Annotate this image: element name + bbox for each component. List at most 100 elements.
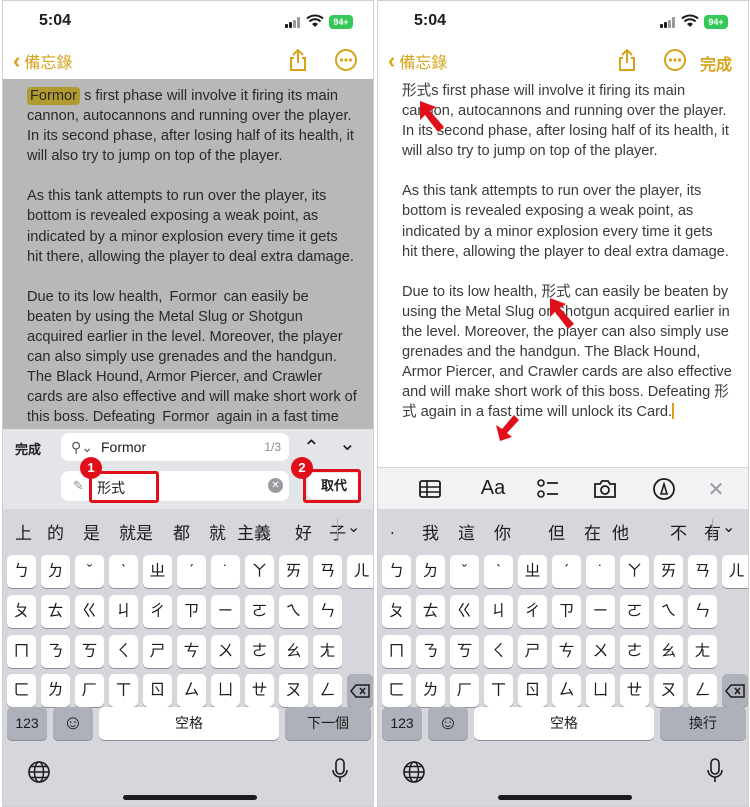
note-body[interactable]: 形式s first phase will involve it firing i… xyxy=(402,81,732,442)
close-icon[interactable]: ✕ xyxy=(706,477,726,501)
key-row2-5[interactable]: ㄗ xyxy=(177,595,206,628)
key-row4-8[interactable]: ㄡ xyxy=(654,674,683,707)
candidate-word[interactable]: 是 xyxy=(83,519,100,544)
key-row4-8[interactable]: ㄡ xyxy=(279,674,308,707)
key-row2-9[interactable]: ㄣ xyxy=(688,595,717,628)
expand-candidates-icon[interactable]: ⌄ xyxy=(722,517,735,537)
candidate-word[interactable]: 主義 xyxy=(237,519,271,544)
key-row2-3[interactable]: ㄐ xyxy=(484,595,513,628)
candidate-word[interactable]: 不 xyxy=(670,519,687,544)
key-row1-4[interactable]: ㄓ xyxy=(518,555,547,588)
key-row1-5[interactable]: ˊ xyxy=(177,555,206,588)
camera-icon[interactable] xyxy=(592,477,618,501)
key-row1-1[interactable]: ㄉ xyxy=(41,555,70,588)
key-row4-9[interactable]: ㄥ xyxy=(313,674,342,707)
key-row3-1[interactable]: ㄋ xyxy=(41,635,70,668)
key-row1-7[interactable]: ㄚ xyxy=(245,555,274,588)
key-row2-4[interactable]: ㄔ xyxy=(143,595,172,628)
key-row2-8[interactable]: ㄟ xyxy=(654,595,683,628)
key-row2-7[interactable]: ㄛ xyxy=(620,595,649,628)
key-row4-6[interactable]: ㄩ xyxy=(586,674,615,707)
key-row1-7[interactable]: ㄚ xyxy=(620,555,649,588)
key-row4-5[interactable]: ㄙ xyxy=(177,674,206,707)
key-row1-2[interactable]: ˇ xyxy=(450,555,479,588)
key-row1-10[interactable]: ㄦ xyxy=(722,555,748,588)
key-row3-7[interactable]: ㄜ xyxy=(245,635,274,668)
markup-pen-icon[interactable] xyxy=(652,477,676,501)
find-done-button[interactable]: 完成 xyxy=(15,439,41,458)
key-row3-8[interactable]: ㄠ xyxy=(279,635,308,668)
key-row1-6[interactable]: ˙ xyxy=(586,555,615,588)
key-row2-5[interactable]: ㄗ xyxy=(552,595,581,628)
key-row1-5[interactable]: ˊ xyxy=(552,555,581,588)
key-row2-3[interactable]: ㄐ xyxy=(109,595,138,628)
key-row3-9[interactable]: ㄤ xyxy=(688,635,717,668)
key-row1-9[interactable]: ㄢ xyxy=(313,555,342,588)
globe-icon[interactable] xyxy=(27,760,51,784)
return-key[interactable]: 換行 xyxy=(660,707,746,740)
share-icon[interactable] xyxy=(614,47,640,73)
key-row1-4[interactable]: ㄓ xyxy=(143,555,172,588)
key-row2-2[interactable]: ㄍ xyxy=(450,595,479,628)
key-row2-9[interactable]: ㄣ xyxy=(313,595,342,628)
return-key[interactable]: 下一個 xyxy=(285,707,371,740)
candidate-word[interactable]: 就 xyxy=(209,519,226,544)
space-key[interactable]: 空格 xyxy=(474,707,654,740)
key-row1-6[interactable]: ˙ xyxy=(211,555,240,588)
key-row4-1[interactable]: ㄌ xyxy=(41,674,70,707)
share-icon[interactable] xyxy=(285,47,311,73)
key-row1-8[interactable]: ㄞ xyxy=(279,555,308,588)
key-row2-2[interactable]: ㄍ xyxy=(75,595,104,628)
key-row2-0[interactable]: ㄆ xyxy=(382,595,411,628)
chevron-up-icon[interactable]: ⌃ xyxy=(303,435,320,460)
key-row1-9[interactable]: ㄢ xyxy=(688,555,717,588)
key-row3-5[interactable]: ㄘ xyxy=(552,635,581,668)
back-button[interactable]: ‹ 備忘錄 xyxy=(13,49,72,73)
checklist-icon[interactable] xyxy=(536,477,560,501)
key-row3-1[interactable]: ㄋ xyxy=(416,635,445,668)
key-row1-2[interactable]: ˇ xyxy=(75,555,104,588)
back-button[interactable]: ‹ 備忘錄 xyxy=(388,49,447,73)
key-row1-3[interactable]: ˋ xyxy=(484,555,513,588)
space-key[interactable]: 空格 xyxy=(99,707,279,740)
key-row1-0[interactable]: ㄅ xyxy=(382,555,411,588)
key-row3-3[interactable]: ㄑ xyxy=(484,635,513,668)
candidate-word[interactable]: 但 xyxy=(548,519,565,544)
key-row3-6[interactable]: ㄨ xyxy=(586,635,615,668)
find-input[interactable]: ⚲⌄ Formor 1/3 xyxy=(61,433,289,461)
key-row1-0[interactable]: ㄅ xyxy=(7,555,36,588)
key-row2-8[interactable]: ㄟ xyxy=(279,595,308,628)
candidate-word[interactable]: 上 xyxy=(15,519,32,544)
key-row2-1[interactable]: ㄊ xyxy=(416,595,445,628)
done-button[interactable]: 完成 xyxy=(700,51,732,75)
key-row4-5[interactable]: ㄙ xyxy=(552,674,581,707)
key-row4-3[interactable]: ㄒ xyxy=(484,674,513,707)
table-icon[interactable] xyxy=(418,477,442,501)
candidate-word[interactable]: 好 xyxy=(295,519,312,544)
clear-icon[interactable]: ✕ xyxy=(268,478,283,493)
candidate-word[interactable]: 就是 xyxy=(119,519,153,544)
candidate-word[interactable]: . xyxy=(390,519,395,539)
key-row1-3[interactable]: ˋ xyxy=(109,555,138,588)
delete-key-icon[interactable] xyxy=(722,674,748,707)
numbers-key[interactable]: 123 xyxy=(7,707,47,740)
key-row1-8[interactable]: ㄞ xyxy=(654,555,683,588)
key-row3-9[interactable]: ㄤ xyxy=(313,635,342,668)
candidate-word[interactable]: 都 xyxy=(173,519,190,544)
key-row4-2[interactable]: ㄏ xyxy=(450,674,479,707)
key-row3-7[interactable]: ㄜ xyxy=(620,635,649,668)
key-row3-0[interactable]: ㄇ xyxy=(382,635,411,668)
candidate-word[interactable]: 在 xyxy=(584,519,601,544)
more-options-icon[interactable] xyxy=(662,47,688,73)
key-row3-4[interactable]: ㄕ xyxy=(143,635,172,668)
key-row3-2[interactable]: ㄎ xyxy=(75,635,104,668)
key-row2-6[interactable]: ㄧ xyxy=(211,595,240,628)
key-row1-10[interactable]: ㄦ xyxy=(347,555,373,588)
key-row2-0[interactable]: ㄆ xyxy=(7,595,36,628)
candidate-word[interactable]: 他 xyxy=(612,519,629,544)
key-row4-1[interactable]: ㄌ xyxy=(416,674,445,707)
key-row3-0[interactable]: ㄇ xyxy=(7,635,36,668)
key-row3-6[interactable]: ㄨ xyxy=(211,635,240,668)
delete-key-icon[interactable] xyxy=(347,674,373,707)
key-row4-4[interactable]: ㄖ xyxy=(143,674,172,707)
